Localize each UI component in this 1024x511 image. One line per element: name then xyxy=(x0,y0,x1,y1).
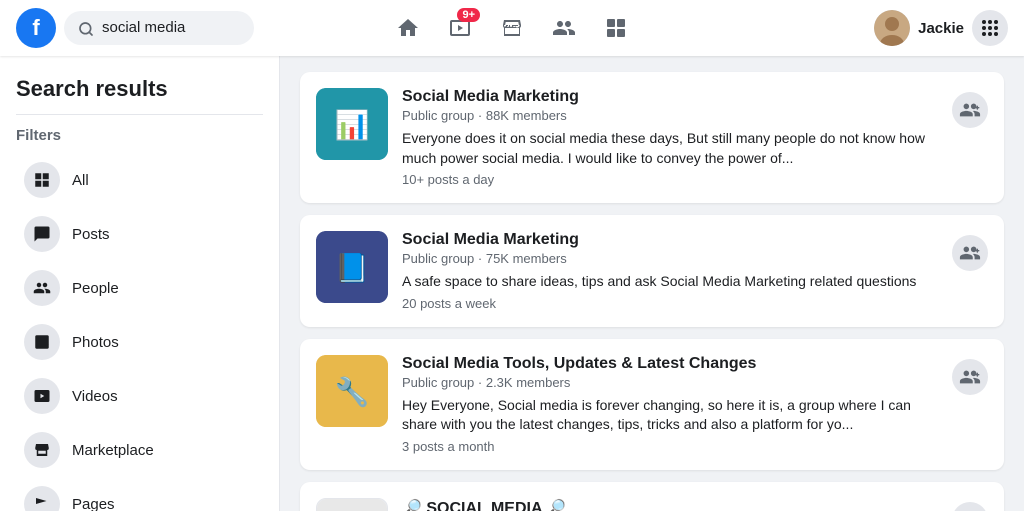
home-nav-button[interactable] xyxy=(384,4,432,52)
group-meta: Public group · 2.3K members xyxy=(402,375,938,390)
posts-icon xyxy=(24,216,60,252)
sidebar-item-videos[interactable]: Videos xyxy=(8,370,271,422)
group-join-button[interactable] xyxy=(952,235,988,271)
group-name: 🔎 SOCIAL MEDIA 🔎 xyxy=(402,498,938,511)
group-info: 🔎 SOCIAL MEDIA 🔎 Public group · 30K memb… xyxy=(402,498,938,511)
group-avatar: 🔧 xyxy=(316,355,388,427)
content-area: 📊 Social Media Marketing Public group · … xyxy=(280,56,1024,511)
group-info: Social Media Marketing Public group · 88… xyxy=(402,88,938,187)
avatar[interactable] xyxy=(874,10,910,46)
sidebar-item-photos[interactable]: Photos xyxy=(8,316,271,368)
group-avatar: 📘 xyxy=(316,231,388,303)
group-description: Hey Everyone, Social media is forever ch… xyxy=(402,396,938,435)
group-meta: Public group · 75K members xyxy=(402,251,938,266)
sidebar-item-posts[interactable]: Posts xyxy=(8,208,271,260)
user-name: Jackie xyxy=(918,20,964,37)
video-nav-button[interactable]: 9+ xyxy=(436,4,484,52)
people-icon xyxy=(24,270,60,306)
group-activity: 3 posts a month xyxy=(402,439,938,454)
svg-text:📊: 📊 xyxy=(335,108,370,141)
group-card: 📊 Social Media Marketing Public group · … xyxy=(300,72,1004,203)
group-meta: Public group · 88K members xyxy=(402,108,938,123)
facebook-logo[interactable]: f xyxy=(16,8,56,48)
group-join-button[interactable] xyxy=(952,92,988,128)
sidebar-item-marketplace[interactable]: Marketplace xyxy=(8,424,271,476)
search-icon xyxy=(78,19,94,36)
all-icon xyxy=(24,162,60,198)
group-name: Social Media Tools, Updates & Latest Cha… xyxy=(402,355,938,373)
video-icon xyxy=(24,378,60,414)
sidebar-item-videos-label: Videos xyxy=(72,388,118,405)
svg-text:🔧: 🔧 xyxy=(335,374,370,408)
sidebar-item-pages[interactable]: Pages xyxy=(8,478,271,511)
sidebar-divider xyxy=(16,114,263,115)
sidebar-item-all-label: All xyxy=(72,172,89,189)
group-join-button[interactable] xyxy=(952,502,988,511)
sidebar-item-posts-label: Posts xyxy=(72,226,110,243)
group-name: Social Media Marketing xyxy=(402,231,938,249)
main-layout: Search results Filters All Posts People xyxy=(0,56,1024,511)
group-avatar: SOCIALMEDIA xyxy=(316,498,388,511)
filters-label: Filters xyxy=(0,123,279,152)
nav-center: 9+ xyxy=(384,4,640,52)
group-name: Social Media Marketing xyxy=(402,88,938,106)
top-nav: f 9+ Jackie xyxy=(0,0,1024,56)
group-avatar: 📊 xyxy=(316,88,388,160)
app-grid-button[interactable] xyxy=(972,10,1008,46)
photos-icon xyxy=(24,324,60,360)
search-bar[interactable] xyxy=(64,11,254,44)
video-badge: 9+ xyxy=(457,8,480,22)
group-card: SOCIALMEDIA 🔎 SOCIAL MEDIA 🔎 Public grou… xyxy=(300,482,1004,511)
group-activity: 20 posts a week xyxy=(402,296,938,311)
sidebar-item-people-label: People xyxy=(72,280,119,297)
pages-nav-button[interactable] xyxy=(592,4,640,52)
sidebar-item-pages-label: Pages xyxy=(72,496,115,511)
sidebar-item-people[interactable]: People xyxy=(8,262,271,314)
sidebar: Search results Filters All Posts People xyxy=(0,56,280,511)
group-activity: 10+ posts a day xyxy=(402,172,938,187)
search-input[interactable] xyxy=(102,19,232,36)
group-card: 📘 Social Media Marketing Public group · … xyxy=(300,215,1004,327)
groups-nav-button[interactable] xyxy=(540,4,588,52)
sidebar-item-all[interactable]: All xyxy=(8,154,271,206)
group-description: Everyone does it on social media these d… xyxy=(402,129,938,168)
sidebar-item-marketplace-label: Marketplace xyxy=(72,442,154,459)
nav-left: f xyxy=(16,8,254,48)
group-info: Social Media Tools, Updates & Latest Cha… xyxy=(402,355,938,454)
marketplace-nav-button[interactable] xyxy=(488,4,536,52)
flag-icon xyxy=(24,486,60,511)
nav-right: Jackie xyxy=(874,10,1008,46)
group-description: A safe space to share ideas, tips and as… xyxy=(402,272,938,292)
group-info: Social Media Marketing Public group · 75… xyxy=(402,231,938,311)
group-join-button[interactable] xyxy=(952,359,988,395)
page-title: Search results xyxy=(0,68,279,106)
group-card: 🔧 Social Media Tools, Updates & Latest C… xyxy=(300,339,1004,470)
sidebar-item-photos-label: Photos xyxy=(72,334,119,351)
svg-text:📘: 📘 xyxy=(335,252,370,283)
marketplace-icon xyxy=(24,432,60,468)
